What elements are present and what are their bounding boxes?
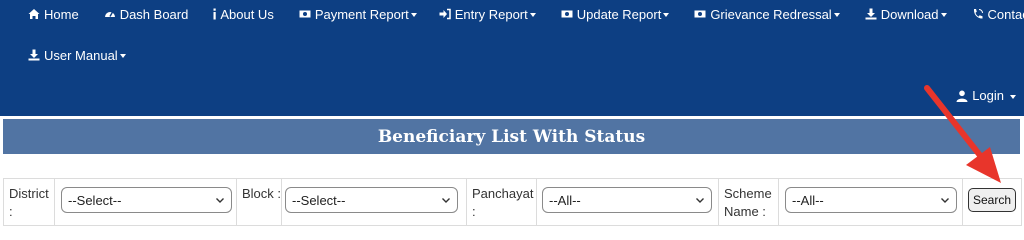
download-icon <box>28 49 40 61</box>
panchayat-label-cell: Panchayat : <box>467 179 537 225</box>
chevron-down-icon <box>940 13 947 17</box>
phone-volume-icon <box>972 8 984 20</box>
district-select[interactable]: --Select-- <box>61 187 232 213</box>
chevron-down-icon <box>441 195 451 205</box>
nav-grievance[interactable]: Grievance Redressal <box>694 6 840 22</box>
panchayat-select[interactable]: --All-- <box>542 187 712 213</box>
chevron-down-icon <box>119 54 126 58</box>
nav-contact[interactable]: Contact Us <box>972 7 1024 22</box>
district-select-cell: --Select-- <box>55 179 237 225</box>
nav-home-label: Home <box>44 6 79 22</box>
info-icon <box>212 8 217 20</box>
panchayat-label: Panchayat : <box>472 186 534 219</box>
nav-update-report-label: Update Report <box>576 6 662 22</box>
search-cell: Search <box>963 179 1021 225</box>
chevron-down-icon <box>695 195 705 205</box>
nav-payment-report-label: Payment Report <box>314 6 409 22</box>
money-icon <box>299 8 311 20</box>
nav-dashboard-label: Dash Board <box>119 6 189 22</box>
scheme-label: Scheme Name : <box>724 186 772 219</box>
nav-contact-label: Contact Us <box>987 6 1024 22</box>
block-select[interactable]: --Select-- <box>285 187 458 213</box>
money-icon <box>694 8 706 20</box>
block-select-value: --Select-- <box>292 192 346 208</box>
block-select-cell: --Select-- <box>282 179 467 225</box>
nav-payment-report[interactable]: Payment Report <box>299 7 417 22</box>
filter-table: District : --Select-- Block : --Select--… <box>3 178 1022 226</box>
scheme-select-cell: --All-- <box>779 179 963 225</box>
nav-update-report[interactable]: Update Report <box>561 7 670 22</box>
scheme-label-cell: Scheme Name : <box>719 179 779 225</box>
district-label: District : <box>9 186 49 219</box>
block-label: Block : <box>242 186 282 201</box>
nav-entry-report[interactable]: Entry Report <box>439 7 536 22</box>
nav-about-label: About Us <box>220 6 274 22</box>
district-select-value: --Select-- <box>68 192 122 208</box>
login-label: Login <box>972 88 1004 103</box>
home-icon <box>28 8 40 20</box>
nav-row-primary: Home Dash Board About Us Payment Report <box>0 0 1024 28</box>
chevron-down-icon <box>529 13 536 17</box>
nav-about[interactable]: About Us <box>212 6 274 22</box>
nav-user-manual[interactable]: User Manual <box>28 48 126 63</box>
search-button[interactable]: Search <box>968 188 1016 212</box>
block-label-cell: Block : <box>237 179 282 225</box>
login-menu[interactable]: Login <box>956 88 1016 103</box>
page-title: Beneficiary List With Status <box>377 126 646 147</box>
money-icon <box>561 8 573 20</box>
chevron-down-icon <box>833 13 840 17</box>
panchayat-select-cell: --All-- <box>537 179 719 225</box>
nav-dashboard[interactable]: Dash Board <box>104 6 189 22</box>
user-icon <box>956 90 968 102</box>
scheme-select-value: --All-- <box>792 192 824 208</box>
chevron-down-icon <box>215 195 225 205</box>
chevron-down-icon <box>410 13 417 17</box>
nav-row-secondary: User Manual <box>0 41 126 69</box>
nav-download-label: Download <box>880 6 939 22</box>
chevron-down-icon <box>663 13 670 17</box>
nav-entry-report-label: Entry Report <box>454 6 528 22</box>
nav-user-manual-label: User Manual <box>44 47 118 63</box>
nav-home[interactable]: Home <box>28 7 79 22</box>
panchayat-select-value: --All-- <box>549 192 581 208</box>
top-navbar: Home Dash Board About Us Payment Report <box>0 0 1024 116</box>
download-icon <box>865 8 877 20</box>
nav-grievance-label: Grievance Redressal <box>710 6 832 22</box>
sign-in-icon <box>439 8 451 20</box>
scheme-select[interactable]: --All-- <box>785 187 957 213</box>
page-title-bar: Beneficiary List With Status <box>3 119 1020 154</box>
chevron-down-icon <box>940 195 950 205</box>
chevron-down-icon <box>1010 94 1016 99</box>
district-label-cell: District : <box>4 179 55 225</box>
dashboard-icon <box>104 8 116 20</box>
nav-download[interactable]: Download <box>865 7 947 22</box>
